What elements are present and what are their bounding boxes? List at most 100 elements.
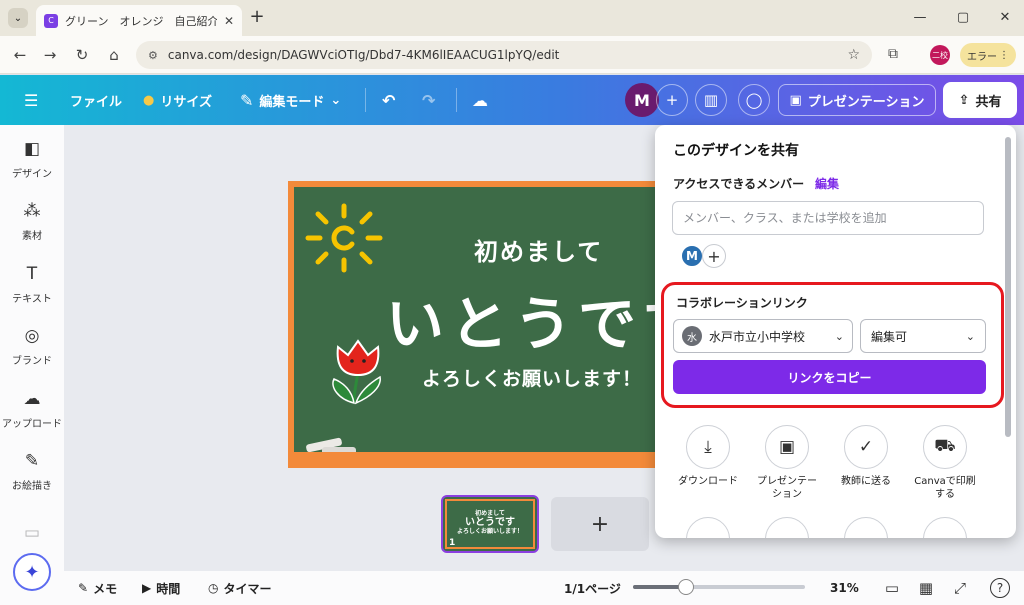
school-badge: 水 <box>682 326 702 346</box>
resize-label: リサイズ <box>160 94 212 110</box>
site-info-icon[interactable]: ⚙ <box>148 49 158 62</box>
chalkboard[interactable]: 初めまして いとうです よろしくお願いします！ <box>294 187 674 452</box>
magic-assistant-icon[interactable]: ✦ <box>13 553 51 591</box>
more-action-circle[interactable] <box>923 517 967 538</box>
reload-icon[interactable]: ↻ <box>72 45 92 65</box>
share-button[interactable]: ⇪ 共有 <box>943 82 1017 118</box>
brand-icon: ◎ <box>24 325 40 346</box>
close-window-button[interactable]: ✕ <box>990 7 1020 29</box>
time-button[interactable]: ▶ 時間 <box>142 571 180 605</box>
crown-icon: ● <box>143 92 155 108</box>
cloud-save-icon[interactable]: ☁ <box>472 75 488 125</box>
present-action[interactable]: ▣ プレゼンテーション <box>749 425 825 501</box>
new-tab-button[interactable]: + <box>247 7 267 27</box>
more-action-circle[interactable] <box>686 517 730 538</box>
home-icon[interactable]: ⌂ <box>104 45 124 65</box>
member-avatar[interactable]: M <box>680 244 704 268</box>
page-indicator[interactable]: 1/1ページ <box>564 571 621 605</box>
add-member-button[interactable]: + <box>702 244 726 268</box>
tab-search-button[interactable]: ⌄ <box>8 8 28 28</box>
school-access-dropdown[interactable]: 水 水戸市立小中学校 ⌄ <box>673 319 853 353</box>
time-label: 時間 <box>156 581 181 596</box>
url-field[interactable]: ⚙ canva.com/design/DAGWVciOTIg/Dbd7-4KM6… <box>136 41 872 69</box>
present-button[interactable]: ▣ プレゼンテーション <box>778 84 936 116</box>
action-label: Canvaで印刷する <box>914 476 976 500</box>
file-menu[interactable]: ファイル <box>70 75 122 125</box>
action-label: ダウンロード <box>678 476 738 487</box>
copy-link-button[interactable]: リンクをコピー <box>673 360 986 394</box>
redo-button[interactable]: ↷ <box>422 75 435 125</box>
more-action-circle[interactable] <box>765 517 809 538</box>
maximize-button[interactable]: ▢ <box>948 7 978 29</box>
edit-mode-dropdown[interactable]: ✎ 編集モード ⌄ <box>240 75 341 125</box>
extensions-icon[interactable]: ⧉ <box>888 46 898 62</box>
main-menu-icon[interactable]: ☰ <box>24 75 38 125</box>
timer-icon: ◷ <box>208 581 219 595</box>
present-icon: ▣ <box>789 92 802 108</box>
zoom-slider-handle[interactable] <box>678 579 694 595</box>
thumbnail-line2: いとうです <box>465 517 515 528</box>
error-button[interactable]: エラー ⋮ <box>960 43 1016 67</box>
zoom-percent[interactable]: 31% <box>830 571 859 605</box>
url-text: canva.com/design/DAGWVciOTIg/Dbd7-4KM6lI… <box>167 48 560 62</box>
chevron-down-icon: ⌄ <box>965 329 975 343</box>
bookmark-star-icon[interactable]: ☆ <box>847 47 860 63</box>
share-label: 共有 <box>975 94 1002 110</box>
user-avatar[interactable]: M <box>625 83 659 117</box>
sidebar-item-brand[interactable]: ◎ ブランド <box>0 318 64 374</box>
back-arrow-icon[interactable]: ← <box>10 45 30 65</box>
member-search-input[interactable] <box>672 201 984 235</box>
error-label: エラー <box>967 51 997 63</box>
timer-button[interactable]: ◷ タイマー <box>208 571 272 605</box>
sidebar-item-design[interactable]: ◧ デザイン <box>0 131 64 187</box>
divider <box>456 88 457 112</box>
download-action[interactable]: ⤓ ダウンロード <box>670 425 746 488</box>
resize-button[interactable]: ● リサイズ <box>143 75 212 125</box>
more-icon: ⋮ <box>999 49 1009 61</box>
sidebar-item-upload[interactable]: ☁ アップロード <box>0 381 64 437</box>
sidebar-item-draw[interactable]: ✎ お絵描き <box>0 443 64 499</box>
page-thumbnail[interactable]: 初めまして いとうです よろしくお願いします！ 1 <box>441 495 539 553</box>
sidebar-item-elements[interactable]: ⁂ 素材 <box>0 193 64 249</box>
fullscreen-icon[interactable]: ⤢ <box>948 576 972 600</box>
profile-avatar[interactable]: 二校 <box>930 45 950 65</box>
browser-tab[interactable]: C グリーン オレンジ 自己紹介 シ ✕ <box>36 5 242 36</box>
forward-arrow-icon[interactable]: → <box>40 45 60 65</box>
add-collaborator-button[interactable]: + <box>656 84 688 116</box>
zoom-slider[interactable] <box>633 579 805 595</box>
slide-greeting[interactable]: 初めまして <box>474 232 603 267</box>
minimize-button[interactable]: — <box>905 7 935 29</box>
edit-access-link[interactable]: 編集 <box>815 175 839 192</box>
chevron-down-icon: ⌄ <box>834 329 844 343</box>
share-icon: ⇪ <box>958 92 970 108</box>
sidebar-item-label: テキスト <box>12 293 52 305</box>
folder-icon: ▭ <box>23 523 41 543</box>
add-page-button[interactable]: + <box>551 497 649 551</box>
sun-illustration-icon <box>305 203 383 273</box>
comment-icon[interactable]: ◯ <box>738 84 770 116</box>
more-action-circle[interactable] <box>844 517 888 538</box>
share-panel-scrollbar[interactable] <box>1005 137 1011 437</box>
divider <box>365 88 366 112</box>
sidebar-item-label: アップロード <box>2 418 62 430</box>
slide-name[interactable]: いとうです <box>386 277 674 361</box>
undo-button[interactable]: ↶ <box>382 75 395 125</box>
sidebar-item-text[interactable]: T テキスト <box>0 256 64 312</box>
print-with-canva-action[interactable]: ⛟ Canvaで印刷する <box>907 425 983 501</box>
notes-button[interactable]: ✎ メモ <box>78 571 117 605</box>
grid-view-icon[interactable]: ▦ <box>914 576 938 600</box>
share-panel-title: このデザインを共有 <box>673 143 799 159</box>
thumbnail-preview: 初めまして いとうです よろしくお願いします！ <box>445 499 535 549</box>
send-to-teacher-action[interactable]: ✓ 教師に送る <box>828 425 904 488</box>
share-panel: このデザインを共有 アクセスできるメンバー 編集 M + コラボレーションリンク… <box>655 125 1016 538</box>
school-name: 水戸市立小中学校 <box>709 329 806 344</box>
slide-closing[interactable]: よろしくお願いします！ <box>422 364 642 391</box>
help-icon[interactable]: ? <box>990 578 1010 598</box>
truck-icon: ⛟ <box>923 425 967 469</box>
action-label: プレゼンテーション <box>757 476 817 500</box>
permission-dropdown[interactable]: 編集可 ⌄ <box>860 319 986 353</box>
canva-favicon-icon: C <box>44 13 58 28</box>
notes-view-icon[interactable]: ▭ <box>880 576 904 600</box>
analytics-icon[interactable]: ▥ <box>695 84 727 116</box>
tab-close-icon[interactable]: ✕ <box>224 14 234 28</box>
